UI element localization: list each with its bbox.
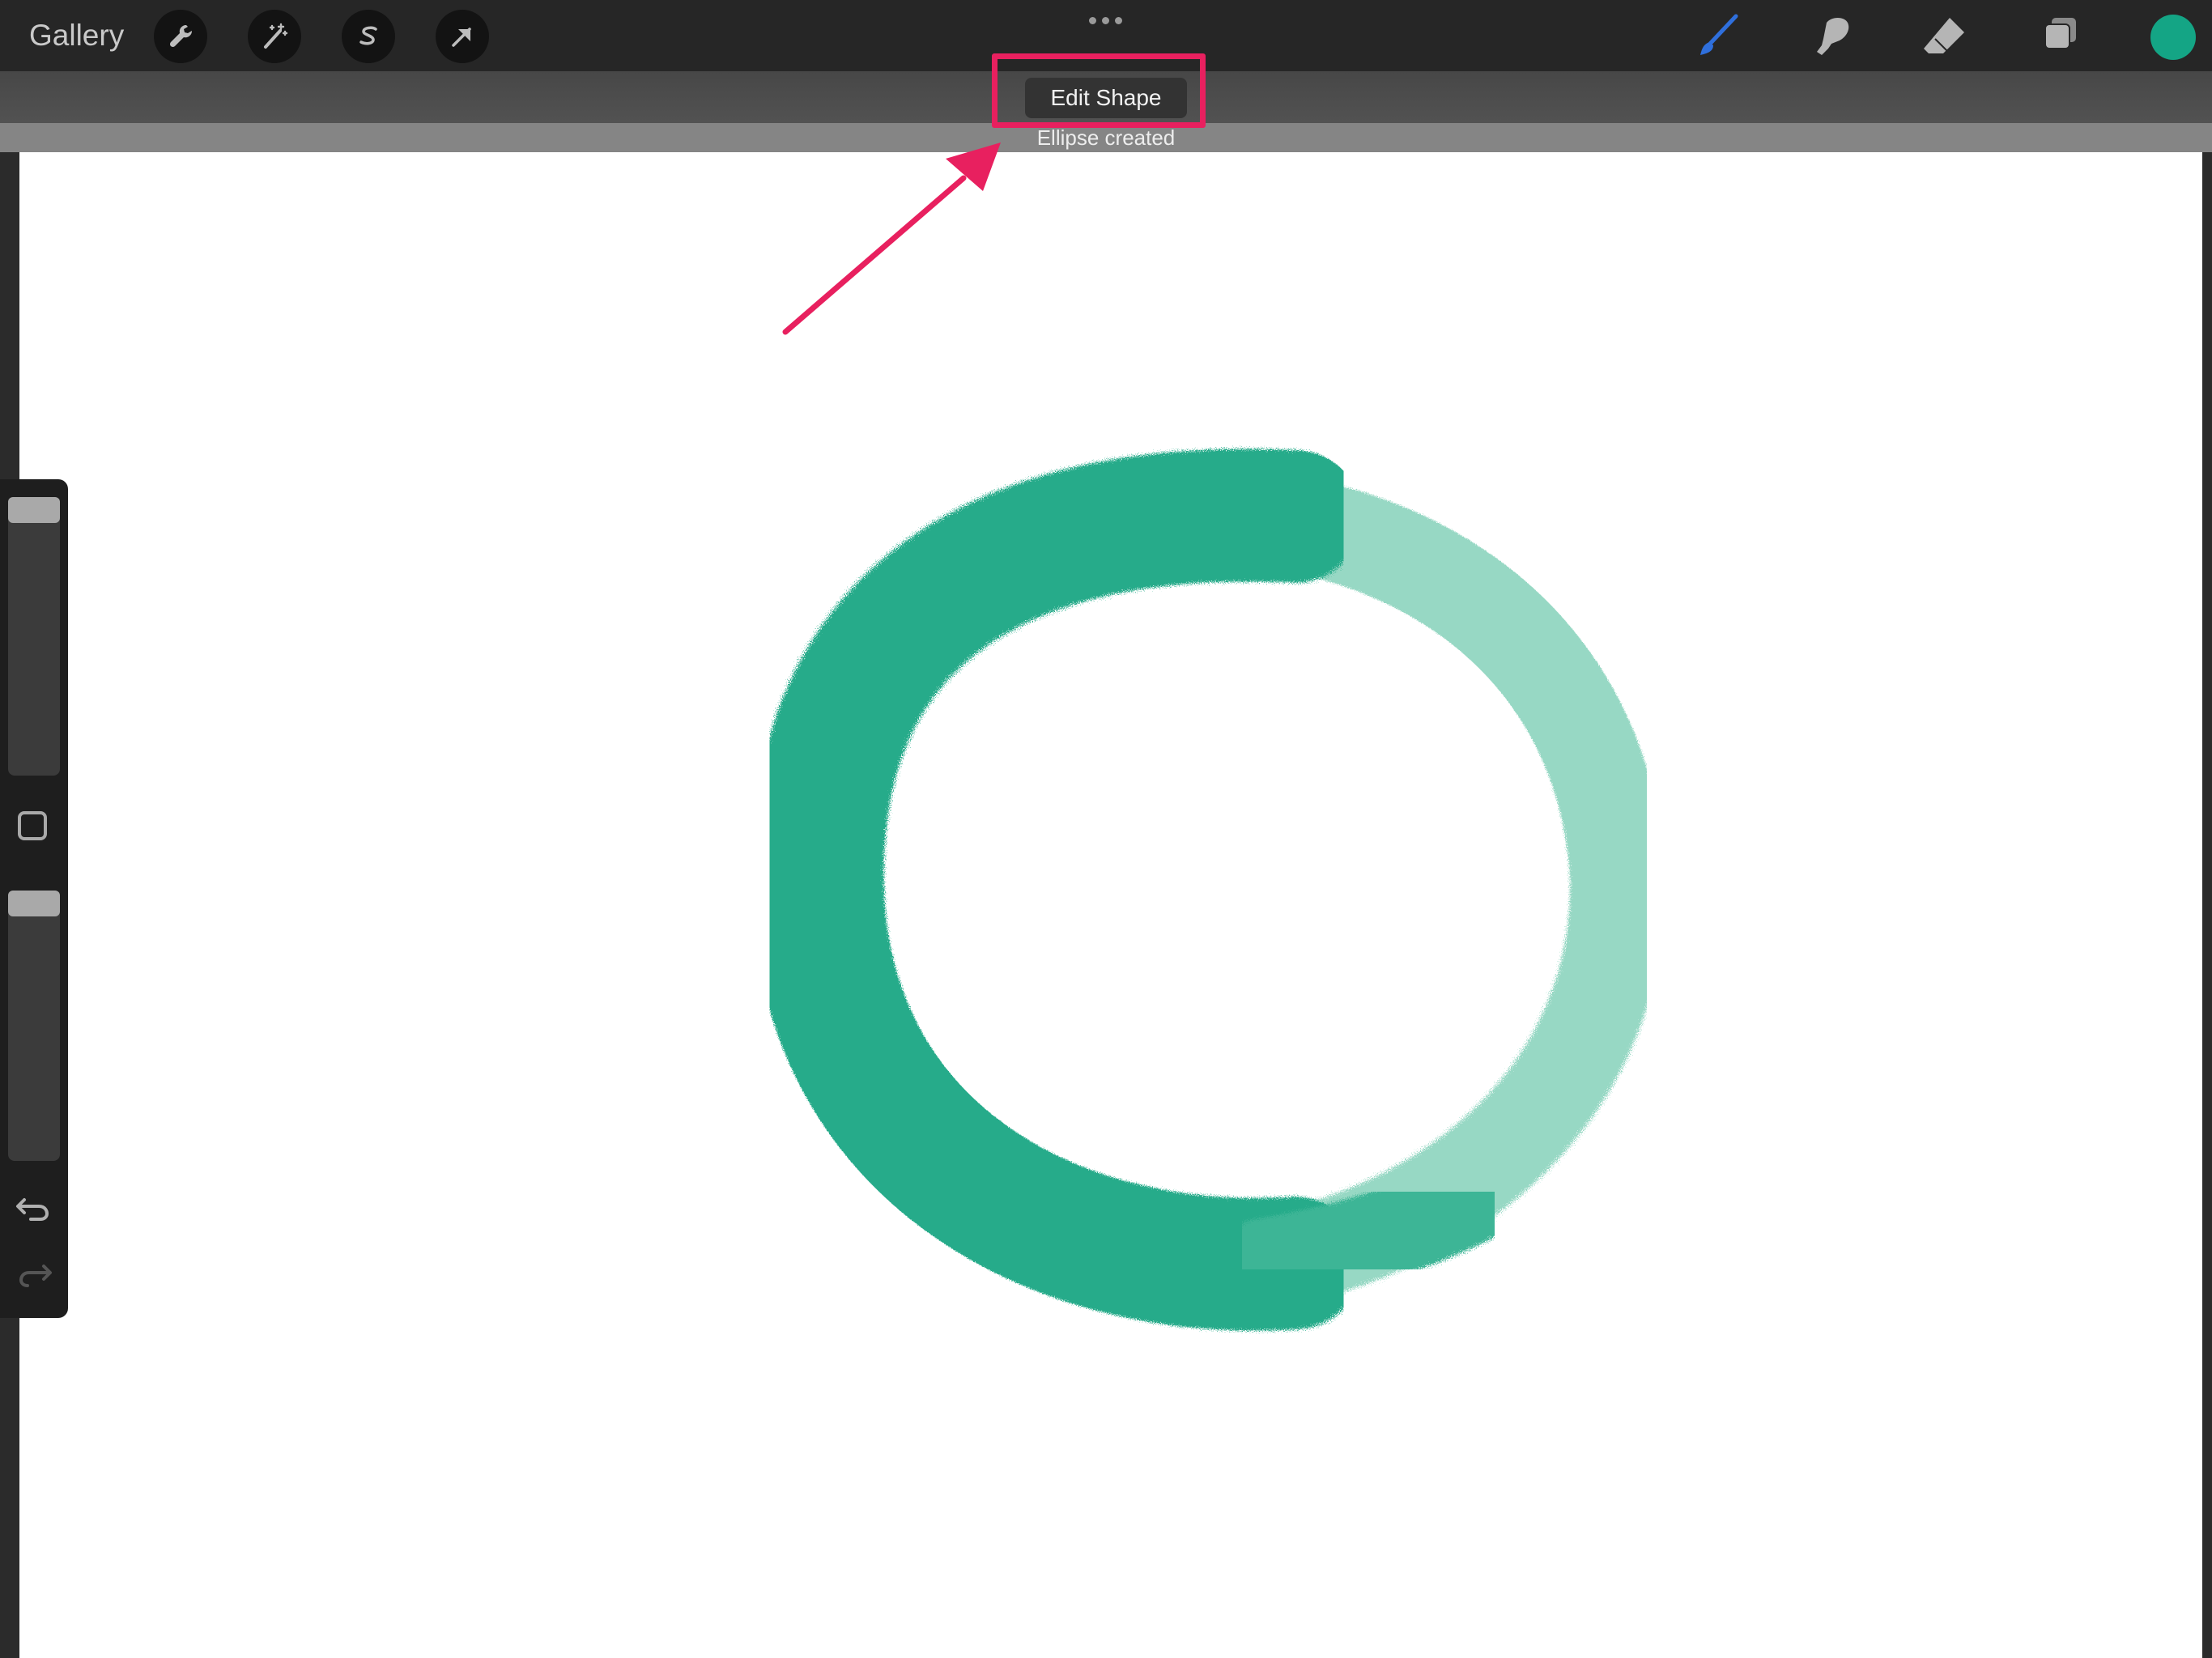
transform-arrow-icon[interactable]: [436, 10, 489, 63]
redo-icon[interactable]: [15, 1258, 53, 1290]
brush-icon[interactable]: [1692, 11, 1744, 62]
left-sidebar: [0, 479, 68, 1318]
magic-wand-icon[interactable]: [248, 10, 301, 63]
annotation-highlight-box: [992, 53, 1206, 128]
brush-size-thumb[interactable]: [8, 497, 60, 523]
color-swatch[interactable]: [2150, 15, 2196, 60]
modify-square-icon[interactable]: [18, 811, 47, 840]
eraser-icon[interactable]: [1919, 11, 1971, 62]
layers-icon[interactable]: [2034, 11, 2086, 62]
selection-icon[interactable]: [342, 10, 395, 63]
drawing-canvas[interactable]: [19, 152, 2202, 1658]
smudge-icon[interactable]: [1807, 11, 1859, 62]
brush-size-slider[interactable]: [8, 497, 60, 776]
more-options-icon[interactable]: [1088, 15, 1124, 26]
ellipse-created-message: Ellipse created: [1036, 125, 1176, 150]
opacity-slider[interactable]: [8, 891, 60, 1161]
gallery-button[interactable]: Gallery: [29, 18, 124, 53]
wrench-icon[interactable]: [154, 10, 207, 63]
opacity-thumb[interactable]: [8, 891, 60, 916]
undo-icon[interactable]: [15, 1192, 53, 1224]
